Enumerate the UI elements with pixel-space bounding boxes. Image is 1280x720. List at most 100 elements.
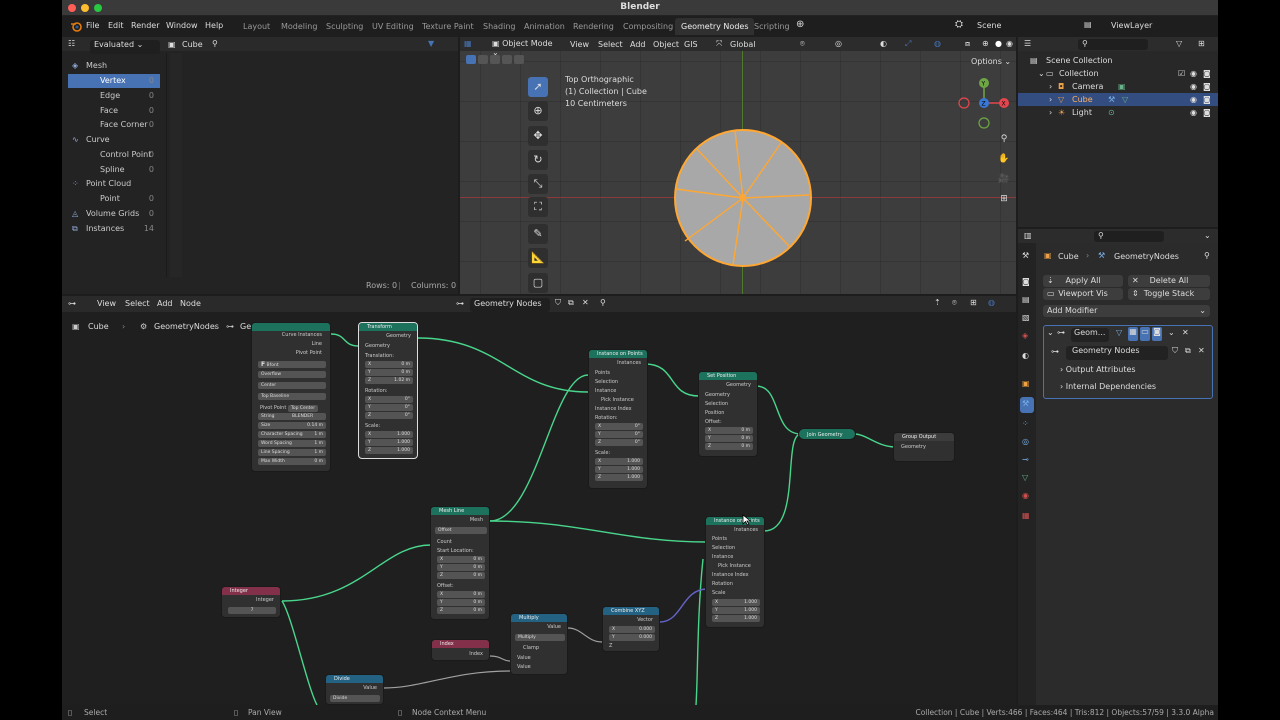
render-tab-icon[interactable]: ◙ (1022, 277, 1030, 291)
scale-tool-icon[interactable]: ⤡ (528, 174, 548, 194)
workspace-tab-scripting[interactable]: Scripting (748, 18, 796, 35)
node-combine-xyz[interactable]: Combine XYZ Vector X 0.000 Y 0.000 Z (602, 606, 660, 652)
scale-x[interactable]: X 1.000 (365, 431, 413, 438)
edit-mode-toggle-icon[interactable]: ▽ (1116, 328, 1122, 342)
rotation-x[interactable]: X 0° (595, 423, 643, 430)
node-header[interactable] (252, 323, 330, 331)
render-camera-icon[interactable]: ◙ (1203, 82, 1211, 91)
pin-icon[interactable]: ⚲ (212, 39, 218, 53)
unlink-node-group-icon[interactable]: ✕ (1198, 346, 1205, 360)
scale-y[interactable]: Y 1.000 (712, 607, 760, 614)
view-layer-tab-icon[interactable]: ▧ (1022, 313, 1030, 327)
toggle-stack-button[interactable]: ⇕ Toggle Stack (1128, 288, 1210, 300)
world-tab-icon[interactable]: ◐ (1022, 351, 1029, 365)
rotation-x[interactable]: X 0° (365, 396, 413, 403)
node-index[interactable]: Index Index (431, 639, 490, 661)
fake-user-shield-icon[interactable]: ⛉ (1172, 346, 1178, 360)
outliner-filter-icon[interactable]: ▽ (1176, 39, 1182, 53)
annotate-tool-icon[interactable]: ✎ (528, 224, 548, 244)
domain-point[interactable]: Point 0 (68, 192, 160, 206)
delete-all-button[interactable]: ✕ Delete All (1128, 275, 1210, 287)
outliner-row-camera[interactable]: › ◘ Camera ▣ ◉ ◙ (1018, 80, 1218, 93)
node-header[interactable]: Mesh Line (431, 507, 489, 515)
domain-control-point[interactable]: Control Point 0 (68, 148, 160, 162)
internal-dependencies-subpanel[interactable]: › Internal Dependencies (1060, 382, 1156, 396)
scale-z[interactable]: Z 1.000 (365, 447, 413, 454)
new-collection-icon[interactable]: ⊞ (1198, 39, 1205, 53)
visibility-eye-icon[interactable]: ◉ (1190, 108, 1197, 117)
evaluation-mode-dropdown[interactable]: Evaluated ⌄ (90, 40, 160, 54)
offset-z[interactable]: Z0 m (705, 443, 753, 450)
scene-tab-icon[interactable]: ◈ (1022, 331, 1028, 345)
translation-x[interactable]: X0 m (365, 361, 413, 368)
start-x[interactable]: X0 m (437, 556, 485, 563)
char-spacing-field[interactable]: Character Spacing 1 m (258, 431, 326, 438)
on-cage-toggle-icon[interactable]: ▦ (1128, 327, 1138, 341)
visibility-eye-icon[interactable]: ◉ (1190, 95, 1197, 104)
render-camera-icon[interactable]: ◙ (1203, 108, 1211, 117)
viewport-vis-button[interactable]: ▭ Viewport Vis (1043, 288, 1123, 300)
add-cube-tool-icon[interactable]: ▢ (528, 273, 548, 293)
add-modifier-dropdown[interactable]: Add Modifier ⌄ (1043, 305, 1210, 317)
node-instance-on-points-2[interactable]: Instance on Points Instances Points Sele… (705, 516, 765, 628)
pick-instance-checkbox[interactable]: Pick Instance (589, 396, 647, 404)
context-pin-icon[interactable]: ⚲ (1204, 251, 1210, 265)
scale-y[interactable]: Y 1.000 (595, 466, 643, 473)
scene-name[interactable]: Scene (977, 21, 1001, 30)
filter-icon[interactable]: ▼ (428, 39, 434, 53)
transform-tool-icon[interactable]: ⛶ (528, 197, 548, 217)
offset-y[interactable]: Y0 m (437, 599, 485, 606)
domain-point-cloud[interactable]: ⁘ Point Cloud (68, 177, 160, 191)
node-header[interactable]: Combine XYZ (603, 607, 659, 615)
cursor-tool-icon[interactable]: ⊕ (528, 101, 548, 121)
align-y-dropdown[interactable]: Top Baseline (258, 393, 326, 400)
scale-y[interactable]: Y 1.000 (365, 439, 413, 446)
selected-object-disc[interactable] (673, 129, 813, 269)
workspace-tab-compositing[interactable]: Compositing (617, 18, 679, 35)
pick-instance-checkbox[interactable]: Pick Instance (706, 562, 764, 570)
outliner-type-icon[interactable]: ☰ (1024, 39, 1031, 53)
visibility-eye-icon[interactable]: ◉ (1190, 69, 1197, 78)
scene-icon[interactable]: ⛭ (955, 19, 963, 30)
modifier-menu-icon[interactable]: ⌄ (1168, 328, 1175, 342)
camera-view-icon[interactable]: 🎥 (996, 171, 1012, 187)
node-editor[interactable]: ⊶ View Select Add Node ⊶ Geometry Nodes … (62, 296, 1016, 705)
align-x-dropdown[interactable]: Center (258, 382, 326, 389)
string-input[interactable]: String BLENDER (258, 413, 326, 420)
node-group-field[interactable]: Geometry Nodes (1066, 346, 1168, 360)
clamp-checkbox[interactable]: Clamp (511, 644, 567, 652)
node-header[interactable]: Instance on Points (706, 517, 764, 525)
domain-vertex[interactable]: Vertex 0 (68, 74, 160, 88)
duplicate-node-group-icon[interactable]: ⧉ (1185, 346, 1191, 360)
node-multiply[interactable]: Multiply Value Multiply Clamp Value Valu… (510, 613, 568, 675)
node-header[interactable]: Integer (222, 587, 280, 595)
domain-instances[interactable]: ⧉ Instances 14 (68, 222, 160, 236)
disclosure-right-icon[interactable]: › (1049, 95, 1052, 104)
node-transform[interactable]: Transform Geometry Geometry Translation:… (358, 322, 418, 459)
workspace-tab-texture-paint[interactable]: Texture Paint (416, 18, 480, 35)
node-instance-on-points-1[interactable]: Instance on Points Instances Points Sele… (588, 349, 648, 489)
exclude-checkbox[interactable]: ☑ (1178, 69, 1185, 78)
navigation-gizmo[interactable]: Y X Z (956, 75, 1016, 135)
node-group-output[interactable]: Group Output Geometry (893, 432, 955, 462)
max-width-field[interactable]: Max Width 0 m (258, 458, 326, 465)
scale-x[interactable]: X 1.000 (595, 458, 643, 465)
workspace-tab-rendering[interactable]: Rendering (567, 18, 620, 35)
visibility-eye-icon[interactable]: ◉ (1190, 82, 1197, 91)
object-tab-icon[interactable]: ▣ (1022, 379, 1030, 393)
node-header[interactable]: Instance on Points (589, 350, 647, 358)
node-header[interactable]: Set Position (699, 372, 757, 380)
constraints-tab-icon[interactable]: ⊸ (1022, 455, 1029, 469)
data-tab-icon[interactable]: ▽ (1022, 473, 1028, 487)
properties-search-input[interactable]: ⚲ (1094, 231, 1164, 242)
outliner-search-input[interactable]: ⚲ (1078, 39, 1148, 50)
node-header[interactable]: Multiply (511, 614, 567, 622)
outliner-row-scene-collection[interactable]: ▤ Scene Collection (1018, 54, 1218, 67)
node-mesh-line[interactable]: Mesh Line Mesh Offset Count Start Locati… (430, 506, 490, 620)
output-tab-icon[interactable]: ▤ (1022, 295, 1030, 309)
render-toggle-icon[interactable]: ◙ (1152, 327, 1162, 341)
offset-x[interactable]: X0 m (705, 427, 753, 434)
node-header[interactable]: Group Output (894, 433, 954, 441)
domain-edge[interactable]: Edge 0 (68, 89, 160, 103)
modifier-tab-icon[interactable]: ⚒ (1020, 397, 1034, 413)
